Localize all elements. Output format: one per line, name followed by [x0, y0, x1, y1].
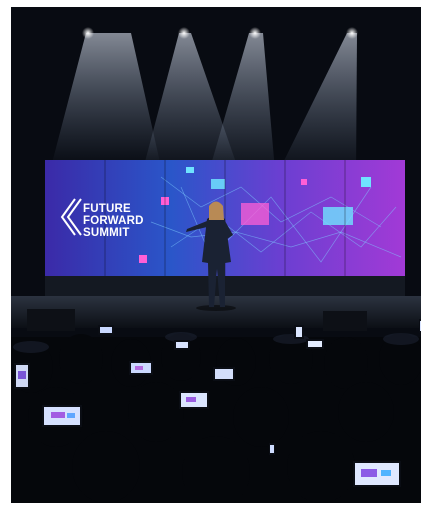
summit-logo-text: FUTURE FORWARD SUMMIT	[83, 203, 144, 239]
stage-monitor-left	[27, 309, 75, 331]
logo-line-1: FUTURE	[83, 203, 131, 215]
stage-scene	[11, 7, 421, 503]
logo-line-2: FORWARD	[83, 215, 144, 227]
logo-line-3: SUMMIT	[83, 227, 130, 239]
stage-monitor-right	[323, 311, 367, 331]
stage-photo: FUTURE FORWARD SUMMIT	[11, 7, 421, 503]
